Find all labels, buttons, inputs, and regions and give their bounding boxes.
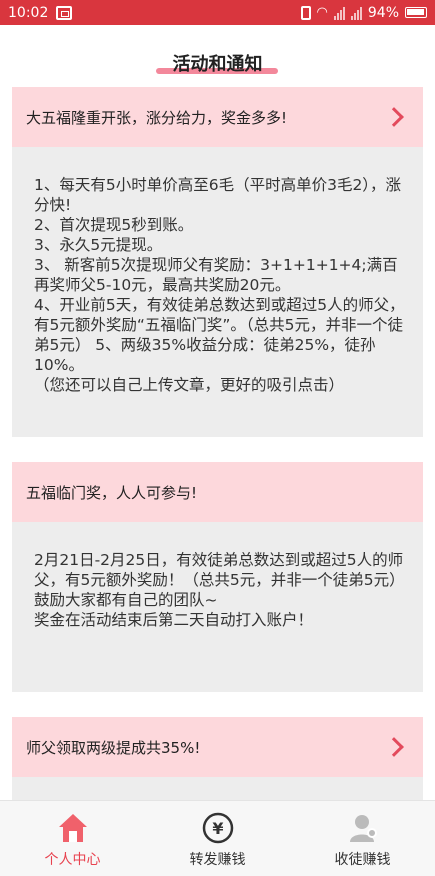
status-time: 10:02 — [8, 4, 49, 21]
activity-card-1: 大五福隆重开张，涨分给力，奖金多多! 1、每天有5小时单价高至6毛（平时高单价3… — [12, 87, 423, 437]
card-body: 1、每天有5小时单价高至6毛（平时高单价3毛2），涨分快! 2、首次提现5秒到账… — [12, 147, 423, 395]
card-line: 3、 新客前5次提现师父有奖励：3+1+1+1+4;满百再奖师父5-10元，最高… — [34, 256, 398, 294]
vibrate-icon — [300, 5, 311, 20]
card-header[interactable]: 大五福隆重开张，涨分给力，奖金多多! — [12, 87, 423, 147]
wifi-icon: ◠ — [316, 5, 328, 20]
card-title: 师父领取两级提成共35%! — [26, 738, 201, 757]
card-line: 奖金在活动结束后第二天自动打入账户！ — [34, 611, 314, 629]
person-icon — [349, 815, 377, 842]
battery-icon — [405, 7, 427, 18]
bottom-nav: 个人中心 ¥ 转发赚钱 收徒赚钱 — [0, 800, 435, 876]
card-line: 3、永久5元提现。 — [34, 236, 163, 254]
signal-icon-2 — [350, 6, 362, 20]
chevron-right-icon[interactable] — [384, 107, 404, 127]
nav-label: 转发赚钱 — [189, 852, 246, 868]
card-title: 大五福隆重开张，涨分给力，奖金多多! — [26, 108, 288, 127]
activity-content[interactable]: 活动和通知 大五福隆重开张，涨分给力，奖金多多! 1、每天有5小时单价高至6毛（… — [0, 25, 435, 800]
card-line: 2、首次提现5秒到账。 — [34, 216, 194, 234]
home-icon — [58, 814, 87, 842]
nav-label: 个人中心 — [44, 852, 101, 868]
card-line: （您还可以自己上传文章，更好的吸引点击） — [34, 376, 345, 394]
nav-item-forward-earn[interactable]: ¥ 转发赚钱 — [145, 801, 290, 876]
activity-card-3: 师父领取两级提成共35%! — [12, 717, 423, 800]
nav-item-recruit-earn[interactable]: 收徒赚钱 — [290, 801, 435, 876]
nav-label: 收徒赚钱 — [334, 852, 391, 868]
coin-icon: ¥ — [202, 812, 233, 844]
card-line: 4、开业前5天，有效徒弟总数达到或超过5人的师父，有5元额外奖励“五福临门奖”。… — [34, 296, 405, 374]
nav-item-personal-center[interactable]: 个人中心 — [0, 801, 145, 876]
scan-icon — [56, 5, 73, 20]
card-header: 五福临门奖，人人可参与! — [12, 462, 423, 522]
signal-icon — [333, 6, 345, 20]
svg-text:¥: ¥ — [212, 819, 223, 838]
card-line: 2月21日-2月25日，有效徒弟总数达到或超过5人的师父，有5元额外奖励！（总共… — [34, 551, 405, 589]
battery-percent: 94% — [367, 4, 399, 21]
activity-card-2: 五福临门奖，人人可参与! 2月21日-2月25日，有效徒弟总数达到或超过5人的师… — [12, 462, 423, 692]
card-title: 五福临门奖，人人可参与! — [26, 483, 198, 502]
page-title: 活动和通知 — [172, 54, 263, 75]
chevron-right-icon[interactable] — [384, 737, 404, 757]
card-line: 1、每天有5小时单价高至6毛（平时高单价3毛2），涨分快! — [34, 176, 402, 214]
card-body: 2月21日-2月25日，有效徒弟总数达到或超过5人的师父，有5元额外奖励！（总共… — [12, 522, 423, 630]
card-line: 鼓励大家都有自己的团队~ — [34, 591, 218, 609]
card-header[interactable]: 师父领取两级提成共35%! — [12, 717, 423, 777]
status-bar: 10:02 ◠ 94% — [0, 0, 435, 25]
